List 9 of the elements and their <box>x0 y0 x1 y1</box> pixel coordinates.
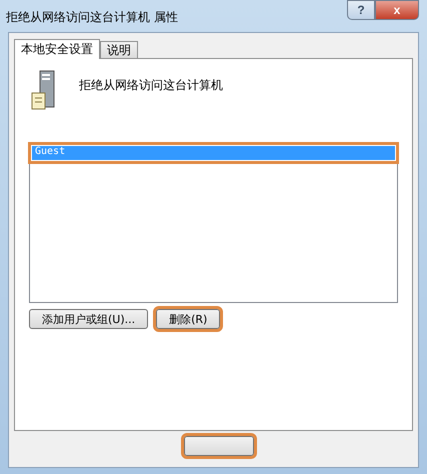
action-button[interactable]: 添加用户或组(U)... <box>29 309 148 329</box>
window-title: 拒绝从网络访问这台计算机 属性 <box>6 9 178 26</box>
dialog-button[interactable] <box>184 436 254 456</box>
tab[interactable]: 本地安全设置 <box>14 39 100 59</box>
close-button[interactable]: x <box>375 0 419 20</box>
action-button[interactable]: 删除(R) <box>156 309 220 329</box>
policy-name: 拒绝从网络访问这台计算机 <box>79 77 223 94</box>
tab[interactable]: 说明 <box>100 41 138 58</box>
help-button[interactable]: ? <box>347 0 375 20</box>
